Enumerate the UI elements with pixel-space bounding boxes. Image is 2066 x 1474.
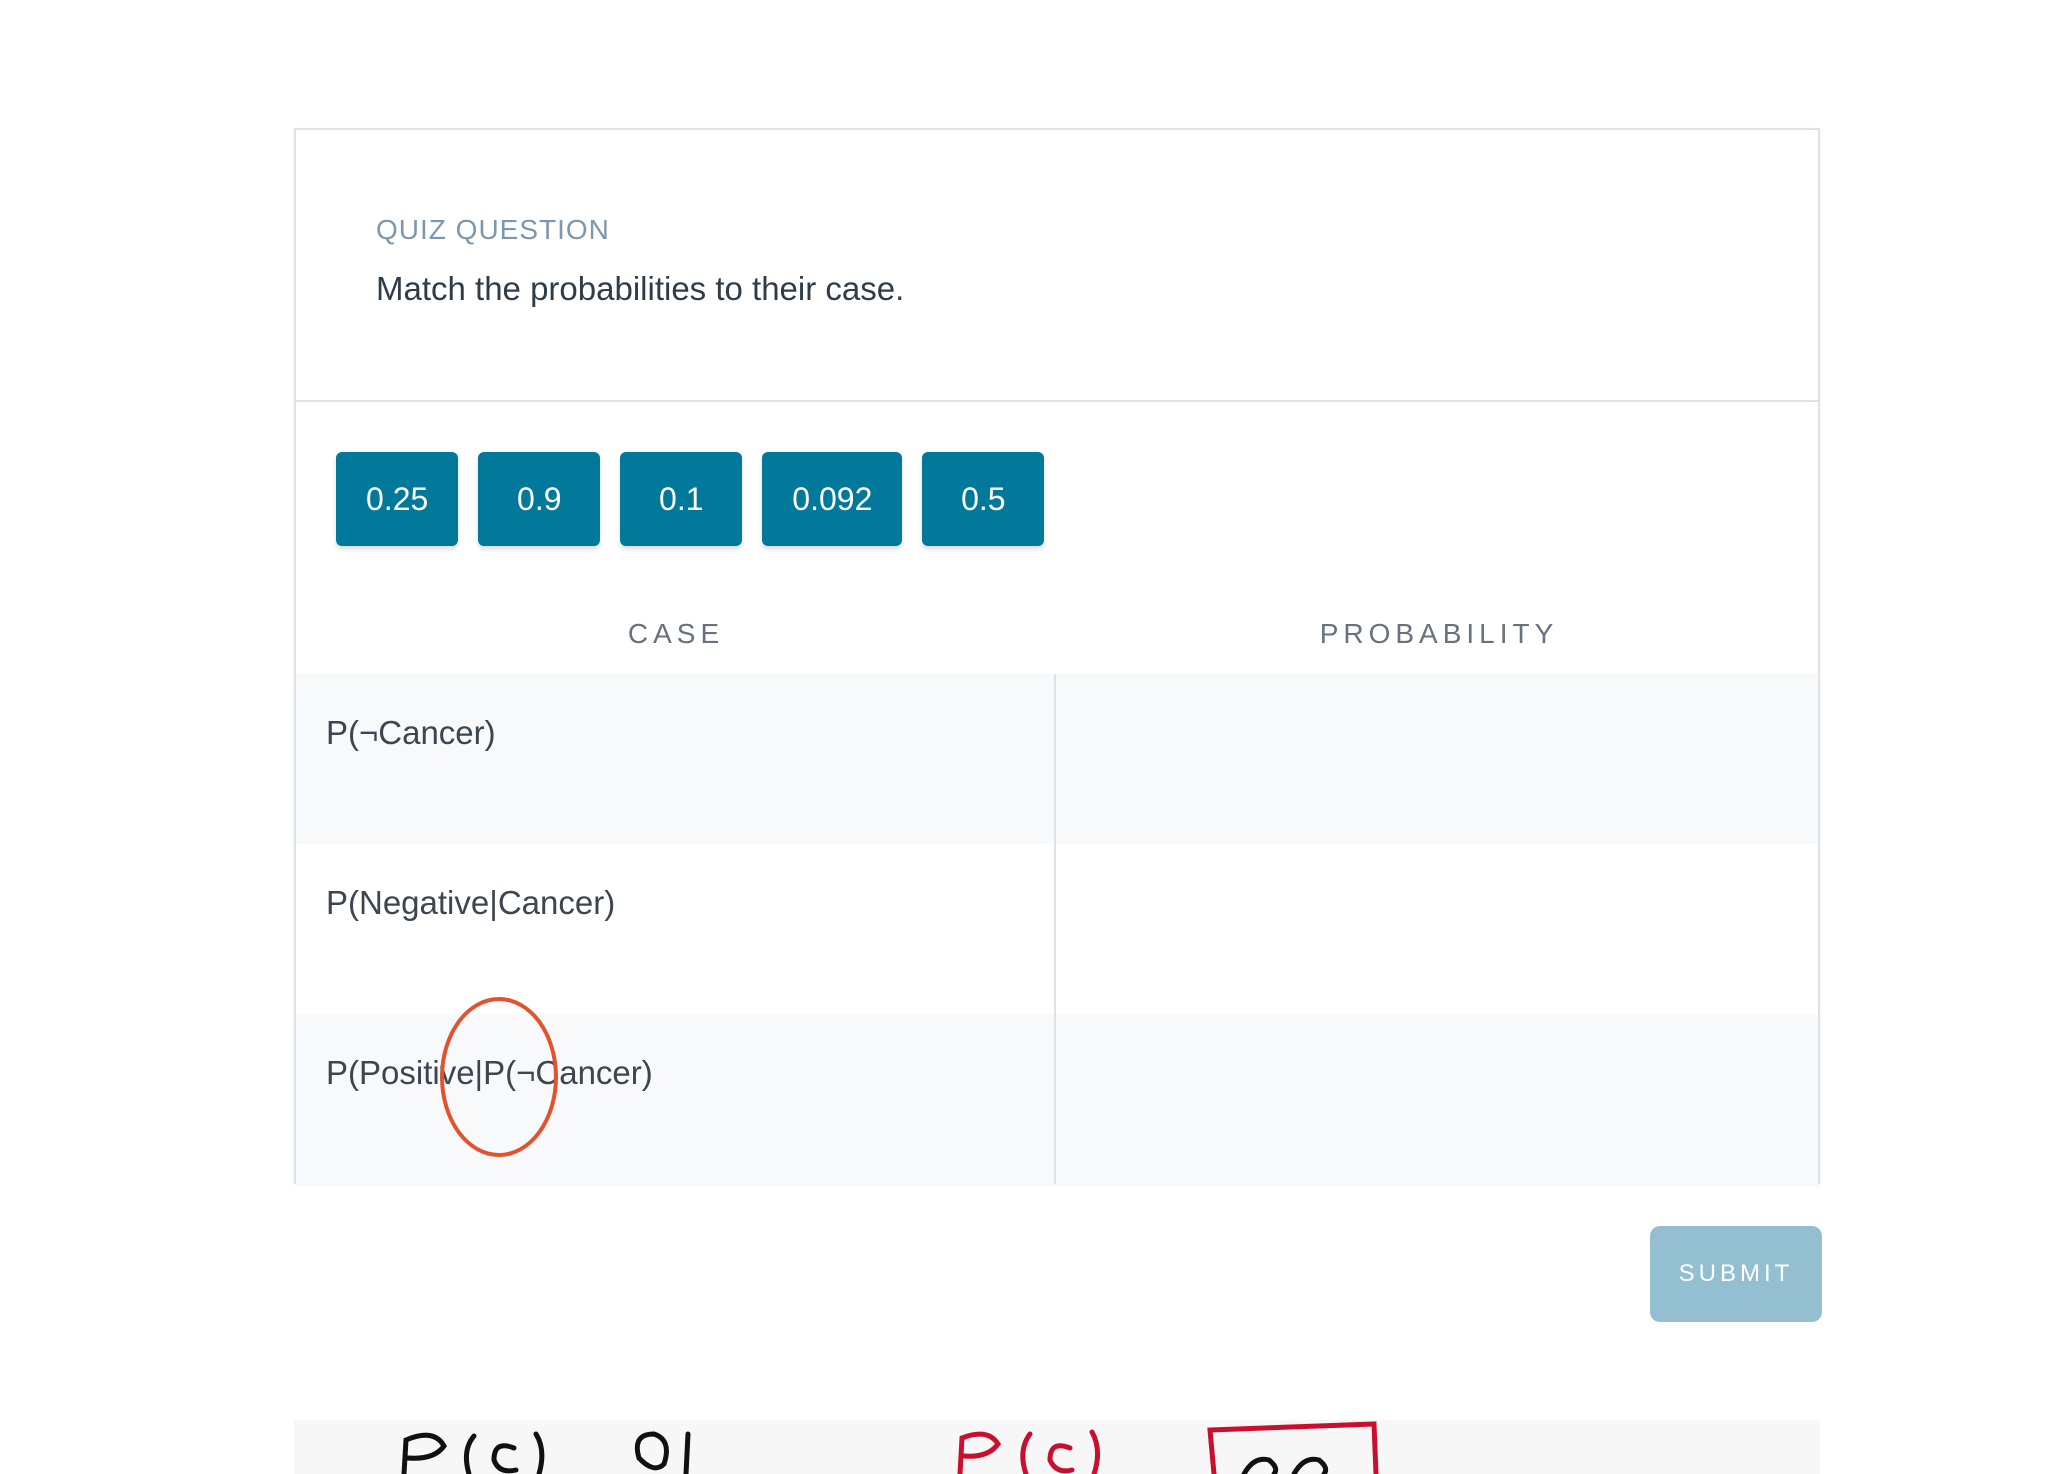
case-cell: P(Negative|Cancer): [296, 844, 1056, 1014]
probability-drop-zone[interactable]: [1056, 674, 1818, 844]
case-cell: P(Positive|P(¬Cancer): [296, 1014, 1056, 1184]
quiz-card: QUIZ QUESTION Match the probabilities to…: [294, 128, 1820, 1184]
submit-button[interactable]: SUBMIT: [1650, 1226, 1822, 1322]
case-cell: P(¬Cancer): [296, 674, 1056, 844]
handwriting-sketch: [401, 1421, 1379, 1474]
probability-drop-zone[interactable]: [1056, 1014, 1818, 1184]
probability-drop-zone[interactable]: [1056, 844, 1818, 1014]
probability-column-header: PROBABILITY: [1319, 618, 1559, 649]
option-chip[interactable]: 0.9: [478, 452, 601, 546]
answer-options: 0.25 0.9 0.1 0.092 0.5: [336, 452, 1045, 546]
handwritten-notes-image: [294, 1420, 1820, 1474]
table-row: P(Positive|P(¬Cancer): [296, 1014, 1818, 1184]
option-chip[interactable]: 0.5: [922, 452, 1045, 546]
quiz-label: QUIZ QUESTION: [376, 214, 610, 245]
match-table: P(¬Cancer) P(Negative|Cancer) P(Positive…: [296, 674, 1818, 1184]
option-chip[interactable]: 0.1: [620, 452, 743, 546]
case-column-header: CASE: [627, 618, 725, 649]
page: QUIZ QUESTION Match the probabilities to…: [0, 0, 2066, 1474]
quiz-header: QUIZ QUESTION Match the probabilities to…: [296, 130, 1818, 402]
table-row: P(Negative|Cancer): [296, 844, 1818, 1014]
quiz-prompt: Match the probabilities to their case.: [376, 270, 905, 307]
option-chip[interactable]: 0.092: [762, 452, 903, 546]
table-row: P(¬Cancer): [296, 674, 1818, 844]
option-chip[interactable]: 0.25: [336, 452, 459, 546]
